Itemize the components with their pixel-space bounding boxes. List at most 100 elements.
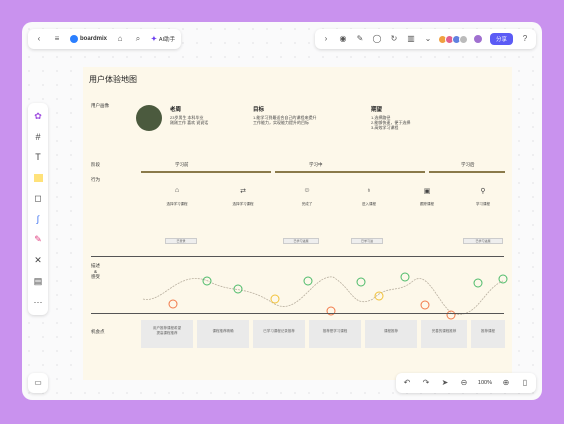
happy-face-icon xyxy=(498,274,508,284)
app-window: ‹ ≡ boardmix ⌂ ⌕ ✦ AI助手 › ◉ ✎ ◯ ↻ ▥ ⌄ 分享 … xyxy=(22,22,542,400)
row-label-persona: 用户画像 xyxy=(91,103,109,108)
action-icon: ⇄ xyxy=(240,188,246,195)
avatar xyxy=(458,34,468,44)
frame-icon[interactable]: # xyxy=(32,131,44,143)
minimap-button[interactable]: ▭ xyxy=(28,373,48,393)
history-icon[interactable]: ↻ xyxy=(389,34,399,44)
action-text: 选择学习课程 xyxy=(232,202,254,206)
sticky-note-icon[interactable] xyxy=(32,172,44,184)
timer-icon[interactable]: ◉ xyxy=(338,34,348,44)
action-text: 选择学习课程 xyxy=(166,202,188,206)
tag-icon[interactable]: ⌂ xyxy=(115,34,125,44)
zoom-level[interactable]: 100% xyxy=(478,380,492,386)
stage-label: 学习中 xyxy=(309,162,323,167)
stage-divider xyxy=(275,171,425,173)
connector-icon[interactable]: ∫ xyxy=(32,213,44,225)
text-icon[interactable]: T xyxy=(32,151,44,163)
action-tag: 已学习进 xyxy=(351,238,383,244)
opportunity-card[interactable]: 推荐课程 xyxy=(471,320,505,348)
board-title: 用户体验地图 xyxy=(89,75,137,84)
goal-heading: 目标 xyxy=(253,107,265,113)
undo-icon[interactable]: ↶ xyxy=(402,378,412,388)
shape-icon[interactable]: ◻ xyxy=(32,193,44,205)
stage-divider xyxy=(141,171,271,173)
action-tag: 已学习进展 xyxy=(463,238,503,244)
top-left-toolbar: ‹ ≡ boardmix ⌂ ⌕ ✦ AI助手 xyxy=(28,29,182,49)
action-tag: 已登录 xyxy=(165,238,197,244)
goal-text: 1.能学习到最适合自己的课程来提升 工作能力，实现能力提升的目标 xyxy=(253,115,317,126)
opportunity-card[interactable]: 用户推荐课程希望 提高课程推荐 xyxy=(141,320,193,348)
journey-map-frame[interactable]: 用户体验地图 用户画像 老周 23岁男生 本科毕业 刚刚工作 喜欢 说说话 目标… xyxy=(83,67,512,380)
minimap-icon: ▭ xyxy=(34,378,42,387)
action-text: 完成了 xyxy=(301,202,313,206)
palette-icon[interactable]: ✿ xyxy=(32,110,44,122)
bottom-right-toolbar: ↶ ↷ ➤ ⊖ 100% ⊕ ▯ xyxy=(395,373,536,393)
happy-face-icon xyxy=(400,272,410,282)
app-name: boardmix xyxy=(80,36,108,42)
zoom-in-icon[interactable]: ⊕ xyxy=(501,378,511,388)
mindmap-icon[interactable]: ✕ xyxy=(32,254,44,266)
opportunity-card[interactable]: 完善的课程推荐 xyxy=(421,320,467,348)
section-divider xyxy=(91,256,504,257)
draw-icon[interactable]: ✎ xyxy=(355,34,365,44)
happy-face-icon xyxy=(233,284,243,294)
action-icon: ▣ xyxy=(423,188,431,195)
action-icon: ☺ xyxy=(303,187,311,194)
stage-label: 学习前 xyxy=(175,162,189,167)
expectation-heading: 期望 xyxy=(371,107,383,113)
opportunity-card[interactable]: 课程推荐精确 xyxy=(197,320,249,348)
zoom-out-icon[interactable]: ⊖ xyxy=(459,378,469,388)
chart-icon[interactable]: ▥ xyxy=(406,34,416,44)
share-button[interactable]: 分享 xyxy=(489,33,513,45)
stage-divider xyxy=(429,171,505,173)
action-icon: ⌂ xyxy=(174,187,180,194)
ai-icon: ✦ xyxy=(151,36,157,43)
row-label-stage: 阶段 xyxy=(91,162,100,167)
row-label-opportunity: 机会点 xyxy=(91,329,105,334)
action-icon: ⚲ xyxy=(480,188,486,195)
help-icon[interactable]: ? xyxy=(520,34,530,44)
neutral-face-icon xyxy=(270,294,280,304)
sad-face-icon xyxy=(420,300,430,310)
left-tool-palette: ✿ # T ◻ ∫ ✎ ✕ ▤ ··· xyxy=(28,103,48,315)
expectation-text: 1.选择路径 2.能够快速，便于选择 3.高效学习课程 xyxy=(371,115,411,131)
persona-name: 老周 xyxy=(170,107,182,113)
ai-label: AI助手 xyxy=(158,37,176,43)
row-label-action: 行为 xyxy=(91,177,100,182)
opportunity-card[interactable]: 已学习课程记录推荐 xyxy=(253,320,305,348)
action-text: 进入课程 xyxy=(362,202,376,206)
pen-icon[interactable]: ✎ xyxy=(32,234,44,246)
sad-face-icon xyxy=(168,299,178,309)
happy-face-icon xyxy=(356,277,366,287)
stage-label: 学习后 xyxy=(461,162,475,167)
redo-icon[interactable]: ↷ xyxy=(421,378,431,388)
more-icon[interactable]: ⌄ xyxy=(423,34,433,44)
action-text: 学习课程 xyxy=(476,202,490,206)
more-tools-icon[interactable]: ··· xyxy=(32,296,44,308)
back-icon[interactable]: ‹ xyxy=(34,34,44,44)
logo-icon xyxy=(70,35,78,43)
opportunity-card[interactable]: 课程推荐 xyxy=(365,320,417,348)
action-text: 跟踪课程 xyxy=(420,202,434,206)
top-right-toolbar: › ◉ ✎ ◯ ↻ ▥ ⌄ 分享 ? xyxy=(314,29,536,49)
book-icon[interactable]: ▯ xyxy=(520,378,530,388)
ai-assistant-button[interactable]: ✦ AI助手 xyxy=(151,35,175,43)
template-icon[interactable]: ▤ xyxy=(32,275,44,287)
search-icon[interactable]: ⌕ xyxy=(133,34,143,44)
action-tag: 已学习进展 xyxy=(283,238,319,244)
expand-icon[interactable]: › xyxy=(321,34,331,44)
happy-face-icon xyxy=(473,278,483,288)
happy-face-icon xyxy=(303,276,313,286)
comment-icon[interactable]: ◯ xyxy=(372,34,382,44)
menu-icon[interactable]: ≡ xyxy=(52,34,62,44)
user-avatar[interactable] xyxy=(472,34,483,44)
app-logo[interactable]: boardmix xyxy=(70,35,107,43)
action-icon: ♁ xyxy=(366,187,372,194)
pointer-icon[interactable]: ➤ xyxy=(440,378,450,388)
section-divider xyxy=(91,313,504,314)
emotion-curve xyxy=(142,272,508,320)
opportunity-card[interactable]: 推荐是学习课程 xyxy=(309,320,361,348)
persona-desc: 23岁男生 本科毕业 刚刚工作 喜欢 说说话 xyxy=(170,115,209,126)
persona-avatar xyxy=(136,105,162,131)
collaborator-avatars[interactable] xyxy=(437,34,468,44)
